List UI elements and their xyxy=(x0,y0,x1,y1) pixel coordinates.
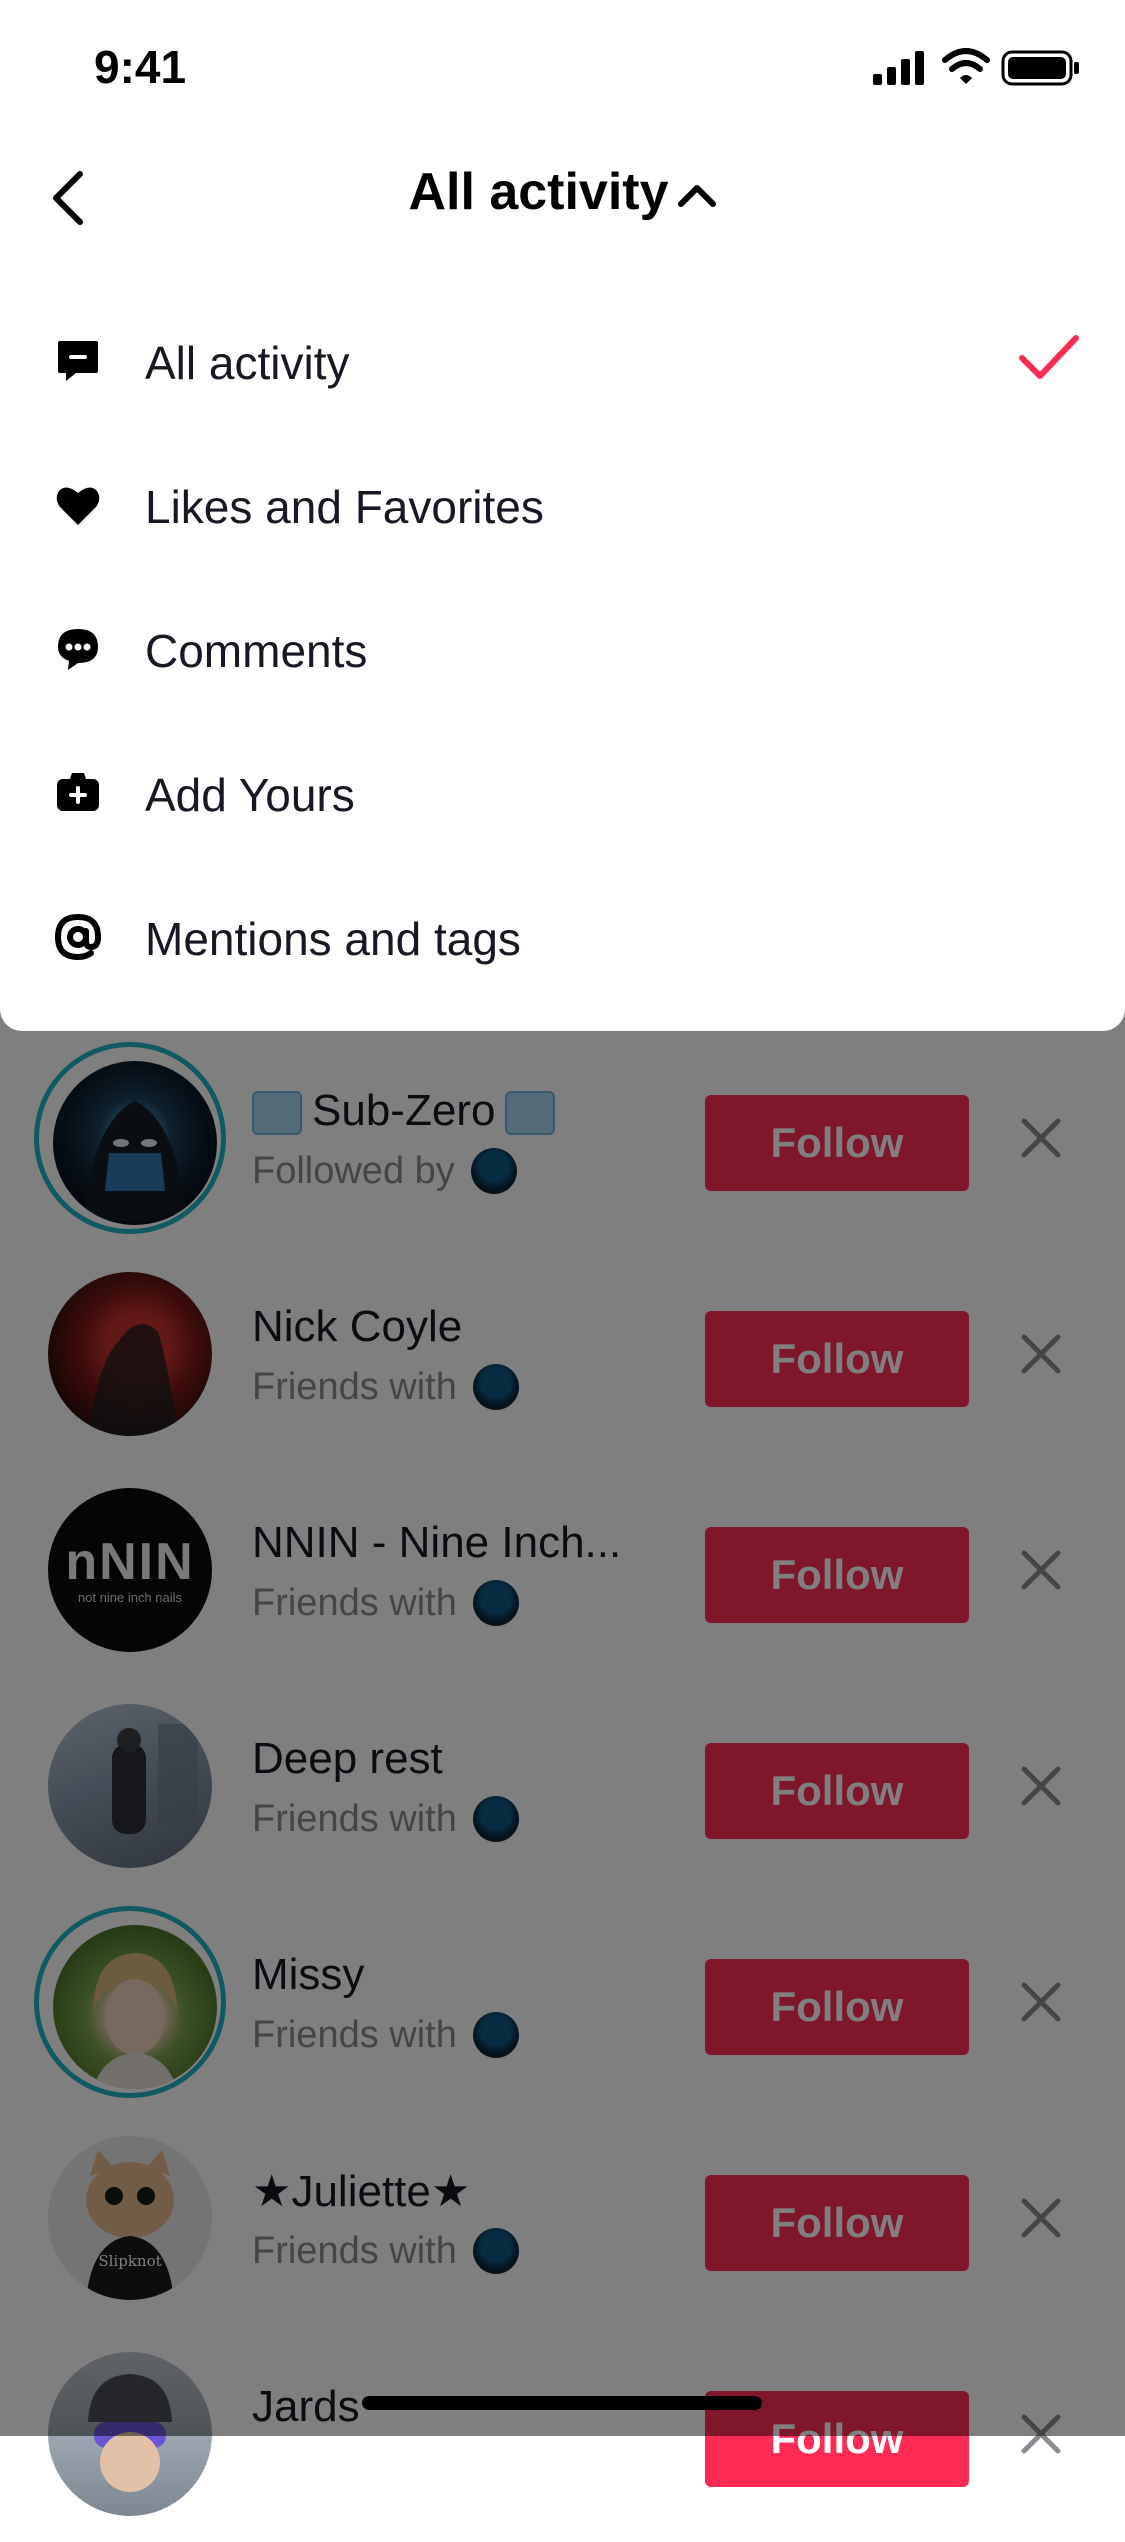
menu-item-label: Mentions and tags xyxy=(145,913,521,965)
wifi-icon xyxy=(942,48,990,84)
cellular-signal-icon xyxy=(873,51,924,85)
page-title[interactable]: All activity xyxy=(0,162,1125,222)
page-title-text: All activity xyxy=(408,163,669,221)
message-square-icon xyxy=(58,341,98,381)
menu-item-label: Likes and Favorites xyxy=(145,481,544,533)
menu-item-label: All activity xyxy=(145,337,350,389)
battery-icon xyxy=(1001,50,1079,86)
menu-item-likes-favorites[interactable]: Likes and Favorites xyxy=(0,432,1125,576)
menu-item-all-activity[interactable]: All activity xyxy=(0,288,1125,432)
status-time: 9:41 xyxy=(94,41,187,93)
menu-item-comments[interactable]: Comments xyxy=(0,576,1125,720)
menu-item-mentions-tags[interactable]: Mentions and tags xyxy=(0,864,1125,1008)
activity-filter-sheet: 9:41 All activity All activity Likes and… xyxy=(0,0,1125,1031)
menu-item-add-yours[interactable]: Add Yours xyxy=(0,720,1125,864)
heart-icon xyxy=(56,487,100,525)
status-icons xyxy=(873,48,1079,86)
at-sign-icon xyxy=(54,913,102,961)
menu-item-label: Comments xyxy=(145,625,368,677)
chevron-up-icon xyxy=(677,185,716,208)
comment-bubble-icon xyxy=(58,629,98,670)
menu-item-label: Add Yours xyxy=(145,769,355,821)
checkmark-icon xyxy=(1019,335,1079,379)
add-yours-icon xyxy=(57,773,99,811)
home-indicator[interactable] xyxy=(362,2396,762,2410)
